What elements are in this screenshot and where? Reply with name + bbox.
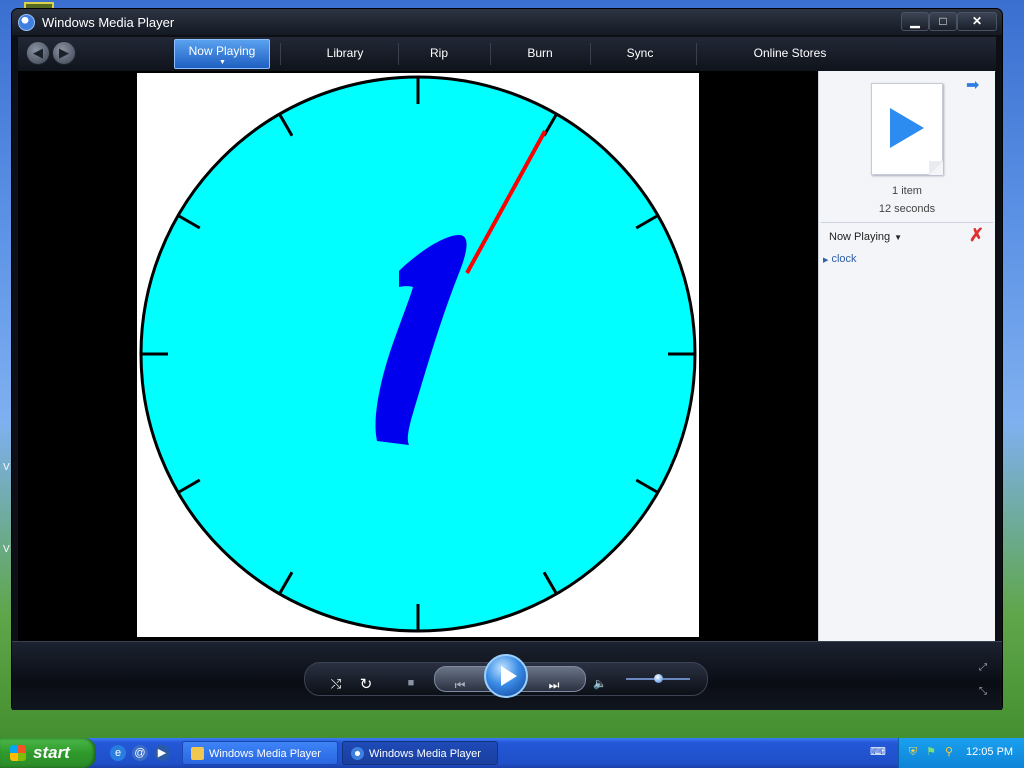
tab-separator: [696, 43, 697, 65]
play-icon: [501, 666, 517, 686]
media-player-icon: [18, 14, 35, 31]
desktop-text-fragment: V: [3, 544, 10, 555]
item-count: 1 item: [892, 185, 922, 197]
tab-sync[interactable]: Sync: [600, 37, 680, 71]
chevron-down-icon: ▼: [219, 59, 226, 66]
media-player-window: Windows Media Player ▁ □ ✕ ◀ ▶ Now Playi…: [12, 9, 1002, 710]
nav-bar: ◀ ▶ Now Playing ▼ Library Rip Burn Sync …: [18, 37, 996, 72]
media-player-icon[interactable]: ▶: [154, 745, 170, 761]
clear-list-icon[interactable]: ✗: [969, 225, 984, 246]
repeat-icon[interactable]: ↻: [358, 675, 374, 693]
tab-separator: [280, 43, 281, 65]
volume-slider-thumb[interactable]: [653, 674, 663, 683]
folder-icon: [191, 747, 204, 760]
clock-video-frame: [137, 73, 699, 637]
window-title: Windows Media Player: [42, 15, 175, 30]
next-button[interactable]: ⏭: [540, 678, 568, 693]
previous-button[interactable]: ⏮: [446, 678, 474, 693]
now-playing-label: Now Playing: [829, 231, 891, 243]
taskbar-item-label: Windows Media Player: [369, 748, 481, 760]
back-arrow-icon[interactable]: ◀: [26, 41, 50, 65]
keyboard-icon[interactable]: ⌨: [870, 746, 886, 758]
title-bar[interactable]: Windows Media Player ▁ □ ✕: [12, 9, 1002, 35]
tab-separator: [590, 43, 591, 65]
fullscreen-icon[interactable]: ⤢: [977, 662, 989, 673]
desktop-text-fragment: V: [3, 462, 10, 473]
close-button[interactable]: ✕: [957, 12, 997, 31]
taskbar-item-explorer[interactable]: Windows Media Player: [182, 741, 338, 765]
shuffle-icon[interactable]: ⤭: [328, 676, 344, 692]
stop-button[interactable]: ■: [404, 677, 418, 689]
list-pane: ➡ 1 item 12 seconds Now Playing ▼ ✗ ▶ clo…: [818, 71, 995, 641]
start-button[interactable]: start: [0, 738, 96, 768]
security-shield-icon[interactable]: ⛨: [907, 746, 919, 758]
taskbar-item-media-player[interactable]: Windows Media Player: [342, 741, 498, 765]
taskbar-item-label: Windows Media Player: [209, 748, 321, 760]
tab-burn[interactable]: Burn: [500, 37, 580, 71]
tab-now-playing[interactable]: Now Playing ▼: [174, 39, 270, 69]
minimize-button[interactable]: ▁: [901, 12, 929, 31]
forward-arrow-icon[interactable]: ▶: [52, 41, 76, 65]
play-indicator-icon: ▶: [823, 257, 829, 264]
windows-logo-icon: [10, 745, 26, 761]
playback-controls: ⤭ ↻ ■ ⏮ ⏭ 🔈 ⤢ ⤡: [12, 641, 1002, 710]
network-icon[interactable]: ⚑: [925, 746, 937, 758]
album-art-thumbnail[interactable]: [871, 83, 943, 175]
chevron-down-icon: ▼: [894, 233, 903, 242]
clock-face: [139, 75, 697, 633]
system-tray: ⛨ ⚑ ⚲ 12:05 PM: [898, 738, 1024, 768]
play-button[interactable]: [484, 654, 528, 698]
start-label: start: [33, 743, 70, 762]
video-area[interactable]: [18, 71, 818, 641]
divider: [821, 222, 993, 223]
tab-rip[interactable]: Rip: [400, 37, 478, 71]
internet-explorer-icon[interactable]: e: [110, 745, 126, 761]
maximize-button[interactable]: □: [929, 12, 957, 31]
now-playing-dropdown[interactable]: Now Playing ▼: [829, 231, 902, 243]
playlist-duration: 12 seconds: [878, 203, 936, 215]
taskbar: start e @ ▶ Windows Media Player Windows…: [0, 738, 1024, 768]
tab-library[interactable]: Library: [302, 37, 388, 71]
expand-arrow-icon[interactable]: ➡: [966, 75, 979, 95]
tab-online-stores[interactable]: Online Stores: [728, 37, 852, 71]
compact-mode-icon[interactable]: ⤡: [977, 686, 989, 697]
mute-icon[interactable]: 🔈: [592, 677, 608, 690]
taskbar-clock: 12:05 PM: [966, 746, 1014, 758]
tab-separator: [398, 43, 399, 65]
tab-label: Now Playing: [188, 44, 256, 58]
play-icon: [890, 108, 924, 148]
outlook-express-icon[interactable]: @: [132, 745, 148, 761]
list-item-label: clock: [831, 253, 857, 265]
search-icon[interactable]: ⚲: [943, 746, 955, 758]
media-player-icon: [351, 747, 364, 760]
tab-separator: [490, 43, 491, 65]
list-item[interactable]: ▶ clock: [823, 253, 857, 265]
